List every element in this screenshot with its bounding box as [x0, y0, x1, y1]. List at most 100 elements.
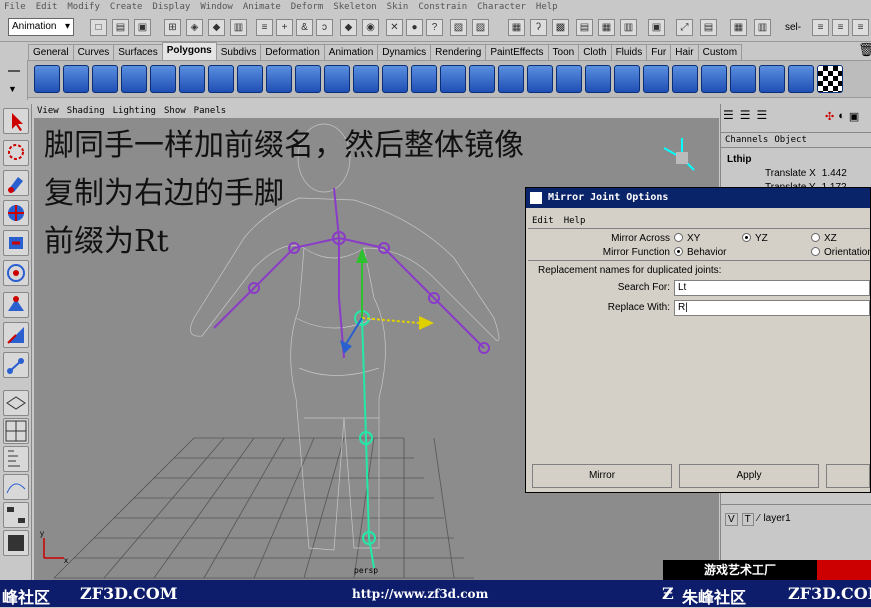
- tab-deformation[interactable]: Deformation: [260, 44, 325, 60]
- close-button[interactable]: [826, 464, 870, 488]
- channel-box-icon[interactable]: ▥: [620, 19, 637, 36]
- menu-help[interactable]: Help: [536, 2, 558, 12]
- poly-soccer-icon[interactable]: [295, 65, 321, 93]
- poly-pipe-icon[interactable]: [237, 65, 263, 93]
- tab-toon[interactable]: Toon: [547, 44, 580, 60]
- new-scene-icon[interactable]: □: [90, 19, 107, 36]
- wedge-icon[interactable]: [614, 65, 640, 93]
- tab-fluids[interactable]: Fluids: [610, 44, 648, 60]
- menu-deform[interactable]: Deform: [291, 2, 324, 12]
- shelf-menu-icon[interactable]: [8, 70, 20, 72]
- hypergraph-view-icon[interactable]: [3, 502, 29, 528]
- dialog-title[interactable]: Mirror Joint Options: [526, 188, 870, 208]
- radio-xz[interactable]: XZ: [811, 233, 837, 244]
- input-icon[interactable]: ▧: [450, 19, 467, 36]
- cb-channels-menu[interactable]: Channels: [725, 133, 768, 147]
- attribute-editor-icon[interactable]: ▤: [576, 19, 593, 36]
- ipr-icon[interactable]: ʔ: [530, 19, 547, 36]
- radio-behavior[interactable]: Behavior: [674, 247, 726, 258]
- extrude-edge-icon[interactable]: [469, 65, 495, 93]
- outliner-icon[interactable]: ▥: [754, 19, 771, 36]
- poly-sphere-icon[interactable]: [34, 65, 60, 93]
- menu-skeleton[interactable]: Skeleton: [333, 2, 376, 12]
- menu-display[interactable]: Display: [152, 2, 190, 12]
- menu-animate[interactable]: Animate: [243, 2, 281, 12]
- tab-curves[interactable]: Curves: [72, 44, 115, 60]
- menu-modify[interactable]: Modify: [67, 2, 100, 12]
- lasso-tool-icon[interactable]: [3, 140, 29, 166]
- append-icon[interactable]: [527, 65, 553, 93]
- chevron-down-icon[interactable]: ▼: [8, 84, 17, 94]
- tab-custom[interactable]: Custom: [697, 44, 743, 60]
- tab-general[interactable]: General: [28, 44, 74, 60]
- dialog-menu-help[interactable]: Help: [564, 216, 586, 226]
- checker-icon[interactable]: [817, 65, 843, 93]
- sculpt-icon[interactable]: [788, 65, 814, 93]
- layer-visible-toggle[interactable]: V: [725, 513, 738, 526]
- extrude-face-icon[interactable]: [440, 65, 466, 93]
- sel-list3-icon[interactable]: ≡: [852, 19, 869, 36]
- menu-file[interactable]: File: [4, 2, 26, 12]
- tab-surfaces[interactable]: Surfaces: [113, 44, 163, 60]
- cb-attr-value[interactable]: 1.442: [822, 168, 847, 179]
- sphere-small-icon[interactable]: ◐: [838, 110, 845, 124]
- question-icon[interactable]: ?: [426, 19, 443, 36]
- render-icon[interactable]: ▦: [508, 19, 525, 36]
- graph-view-icon[interactable]: [3, 474, 29, 500]
- layer-row[interactable]: V T ⁄ layer1: [725, 513, 791, 526]
- tab-hair[interactable]: Hair: [670, 44, 699, 60]
- mirror-button[interactable]: Mirror: [532, 464, 672, 488]
- lock-selection-icon[interactable]: ▥: [230, 19, 247, 36]
- save-scene-icon[interactable]: ▣: [134, 19, 151, 36]
- vp-menu-show[interactable]: Show: [164, 106, 186, 116]
- rotate-tool-icon[interactable]: [3, 230, 29, 256]
- vp-menu-panels[interactable]: Panels: [194, 106, 227, 116]
- sel-list-icon[interactable]: ≡: [812, 19, 829, 36]
- poly-cylinder-icon[interactable]: [92, 65, 118, 93]
- cb-list-icon[interactable]: ☰: [723, 108, 734, 122]
- poly-torus-icon[interactable]: [179, 65, 205, 93]
- split-icon[interactable]: [556, 65, 582, 93]
- hypershade-icon[interactable]: ▦: [730, 19, 747, 36]
- poly-prism-icon[interactable]: [208, 65, 234, 93]
- menu-edit[interactable]: Edit: [36, 2, 58, 12]
- menu-window[interactable]: Window: [200, 2, 233, 12]
- poly-helix-icon[interactable]: [266, 65, 292, 93]
- cube-small-icon[interactable]: ▣: [849, 110, 859, 124]
- tab-painteffects[interactable]: PaintEffects: [485, 44, 549, 60]
- snap-view-icon[interactable]: ◆: [340, 19, 357, 36]
- trash-icon[interactable]: 🗑: [858, 42, 871, 58]
- scale-tool-icon[interactable]: [3, 260, 29, 286]
- menu-create[interactable]: Create: [110, 2, 143, 12]
- poly-cube-icon[interactable]: [63, 65, 89, 93]
- smooth-icon[interactable]: [411, 65, 437, 93]
- output-icon[interactable]: ▨: [472, 19, 489, 36]
- select-component-icon[interactable]: ◆: [208, 19, 225, 36]
- cb-object-menu[interactable]: Object: [774, 133, 807, 147]
- combine-icon[interactable]: [324, 65, 350, 93]
- planar-map-icon[interactable]: [759, 65, 785, 93]
- layer-name[interactable]: layer1: [763, 513, 790, 526]
- tab-subdivs[interactable]: Subdivs: [215, 44, 262, 60]
- poly-cone-icon[interactable]: [121, 65, 147, 93]
- sculpt-tool-icon[interactable]: [3, 322, 29, 348]
- sel-list2-icon[interactable]: ≡: [832, 19, 849, 36]
- menu-character[interactable]: Character: [477, 2, 526, 12]
- ops-icon[interactable]: ▣: [648, 19, 665, 36]
- vp-menu-view[interactable]: View: [37, 106, 59, 116]
- menu-set-dropdown[interactable]: Animation ▾: [8, 18, 74, 36]
- cut-faces-icon[interactable]: [585, 65, 611, 93]
- tab-polygons[interactable]: Polygons: [161, 42, 217, 60]
- move-tool-icon[interactable]: [3, 200, 29, 226]
- live-surface-icon[interactable]: ◉: [362, 19, 379, 36]
- layout-icon[interactable]: ▤: [700, 19, 717, 36]
- snap-grid-icon[interactable]: +: [276, 19, 293, 36]
- single-view-icon[interactable]: [3, 390, 29, 416]
- snap-point-icon[interactable]: ↄ: [316, 19, 333, 36]
- tab-fur[interactable]: Fur: [646, 44, 672, 60]
- help-line-icon[interactable]: ●: [406, 19, 423, 36]
- radio-orientation[interactable]: Orientation: [811, 247, 871, 258]
- replace-with-field[interactable]: R|: [674, 300, 870, 316]
- tab-rendering[interactable]: Rendering: [430, 44, 487, 60]
- tab-cloth[interactable]: Cloth: [578, 44, 612, 60]
